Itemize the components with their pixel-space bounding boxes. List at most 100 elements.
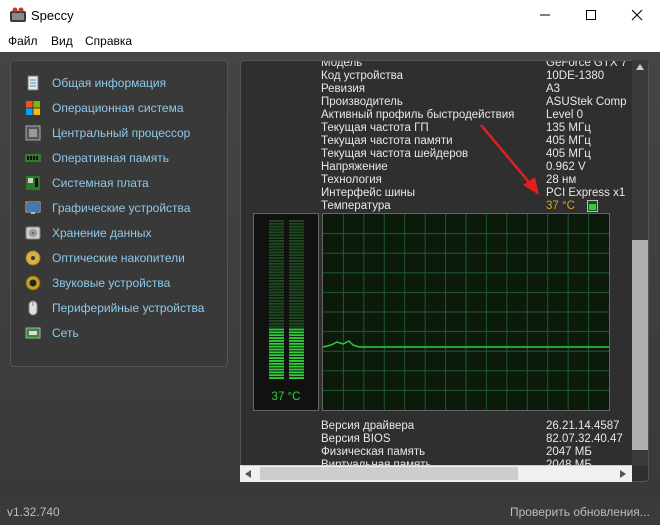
detail-key: Температура bbox=[321, 200, 391, 212]
minimize-button[interactable] bbox=[522, 0, 568, 30]
gauge-segment bbox=[269, 328, 284, 331]
sidebar-item-network[interactable]: Сеть bbox=[25, 324, 79, 342]
gauge-segment bbox=[289, 340, 304, 342]
gauge-segment bbox=[289, 365, 304, 368]
gauge-segment bbox=[289, 242, 304, 245]
sidebar-item-graphics[interactable]: Графические устройства bbox=[25, 199, 190, 217]
gauge-segment bbox=[289, 220, 304, 222]
sidebar-item-ram[interactable]: Оперативная память bbox=[25, 149, 169, 167]
temperature-gauge-bars bbox=[269, 220, 304, 379]
detail-key: Версия BIOS bbox=[321, 433, 391, 445]
gauge-segment bbox=[289, 354, 304, 357]
gauge-segment bbox=[289, 348, 304, 351]
check-updates-link[interactable]: Проверить обновления... bbox=[510, 505, 650, 519]
detail-key: Версия драйвера bbox=[321, 420, 415, 432]
monitor-icon bbox=[25, 201, 41, 214]
gauge-segment bbox=[269, 305, 284, 308]
sidebar-item-label: Общая информация bbox=[52, 76, 167, 90]
sidebar-item-storage[interactable]: Хранение данных bbox=[25, 224, 152, 242]
gauge-segment bbox=[289, 334, 304, 337]
gauge-segment bbox=[269, 237, 284, 239]
temperature-graph-toggle-icon[interactable] bbox=[587, 200, 598, 212]
gauge-segment bbox=[269, 320, 284, 322]
gauge-segment bbox=[269, 294, 284, 297]
menu-help[interactable]: Справка bbox=[85, 34, 132, 48]
menu-view[interactable]: Вид bbox=[51, 34, 73, 48]
gauge-segment bbox=[289, 362, 304, 365]
gauge-segment bbox=[289, 234, 304, 237]
detail-value: 82.07.32.40.47 bbox=[546, 433, 623, 445]
gauge-segment bbox=[269, 248, 284, 251]
sidebar-item-cpu[interactable]: Центральный процессор bbox=[25, 124, 190, 142]
gauge-segment bbox=[269, 291, 284, 294]
detail-value: 26.21.14.4587 bbox=[546, 420, 620, 432]
gauge-segment bbox=[289, 342, 304, 345]
gauge-segment bbox=[289, 268, 304, 271]
gauge-segment bbox=[289, 294, 304, 297]
gauge-segment bbox=[289, 274, 304, 277]
summary-icon bbox=[27, 75, 39, 91]
detail-value: 2047 МБ bbox=[546, 446, 592, 458]
gauge-segment bbox=[289, 351, 304, 354]
gauge-segment bbox=[289, 288, 304, 291]
minimize-icon bbox=[540, 14, 550, 16]
gauge-segment bbox=[269, 308, 284, 311]
scroll-left-arrow-icon[interactable] bbox=[245, 470, 251, 478]
sidebar-item-label: Оптические накопители bbox=[52, 251, 185, 265]
sidebar-item-audio[interactable]: Звуковые устройства bbox=[25, 274, 170, 292]
gauge-segment bbox=[269, 371, 284, 374]
gauge-segment bbox=[289, 271, 304, 274]
vertical-scrollbar-thumb[interactable] bbox=[632, 240, 648, 450]
gauge-segment bbox=[269, 334, 284, 337]
gauge-segment bbox=[289, 251, 304, 254]
detail-key: Модель bbox=[321, 60, 363, 69]
gauge-segment bbox=[269, 300, 284, 302]
gauge-segment bbox=[289, 265, 304, 268]
detail-value: PCI Express x1 bbox=[546, 187, 626, 199]
gauge-segment bbox=[269, 357, 284, 359]
gauge-segment bbox=[269, 231, 284, 234]
gauge-segment bbox=[269, 337, 284, 339]
sidebar-item-optical[interactable]: Оптические накопители bbox=[25, 249, 185, 267]
windows-icon bbox=[26, 101, 40, 115]
sidebar-item-label: Периферийные устройства bbox=[52, 301, 205, 315]
gauge-segment bbox=[269, 331, 284, 334]
gauge-segment bbox=[269, 280, 284, 282]
sidebar-item-label: Центральный процессор bbox=[52, 126, 191, 140]
gauge-segment bbox=[289, 225, 304, 228]
gauge-segment bbox=[289, 260, 304, 262]
sidebar-item-summary[interactable]: Общая информация bbox=[25, 74, 166, 92]
sidebar-item-motherboard[interactable]: Системная плата bbox=[25, 174, 149, 192]
gauge-segment bbox=[269, 311, 284, 314]
sidebar-item-label: Звуковые устройства bbox=[52, 276, 171, 290]
gauge-segment bbox=[269, 345, 284, 348]
sidebar-item-peripherals[interactable]: Периферийные устройства bbox=[25, 299, 204, 317]
horizontal-scrollbar-thumb[interactable] bbox=[260, 467, 518, 480]
close-button[interactable] bbox=[614, 0, 660, 30]
scroll-up-arrow-icon[interactable] bbox=[636, 64, 644, 70]
speccy-app-icon bbox=[10, 7, 26, 22]
gauge-segment bbox=[269, 360, 284, 362]
gauge-segment bbox=[289, 240, 304, 242]
gauge-segment bbox=[269, 297, 284, 299]
gauge-segment bbox=[269, 285, 284, 288]
gauge-segment bbox=[289, 262, 304, 265]
maximize-button[interactable] bbox=[568, 0, 614, 30]
gauge-segment bbox=[269, 342, 284, 345]
optical-disc-icon bbox=[25, 250, 41, 266]
sidebar-item-label: Оперативная память bbox=[52, 151, 169, 165]
sidebar: Общая информация Операционная система Це… bbox=[10, 60, 228, 367]
detail-key: Ревизия bbox=[321, 83, 366, 95]
gauge-segment bbox=[289, 308, 304, 311]
menu-file[interactable]: Файл bbox=[8, 34, 38, 48]
gauge-segment bbox=[269, 288, 284, 291]
sidebar-item-os[interactable]: Операционная система bbox=[25, 99, 184, 117]
network-icon bbox=[25, 327, 41, 339]
detail-value: 10DE-1380 bbox=[546, 70, 605, 82]
scroll-right-arrow-icon[interactable] bbox=[620, 470, 626, 478]
detail-key: Интерфейс шины bbox=[321, 187, 416, 199]
gauge-segment bbox=[289, 254, 304, 257]
gauge-segment bbox=[269, 268, 284, 271]
gauge-segment bbox=[289, 228, 304, 231]
gauge-segment bbox=[269, 314, 284, 317]
